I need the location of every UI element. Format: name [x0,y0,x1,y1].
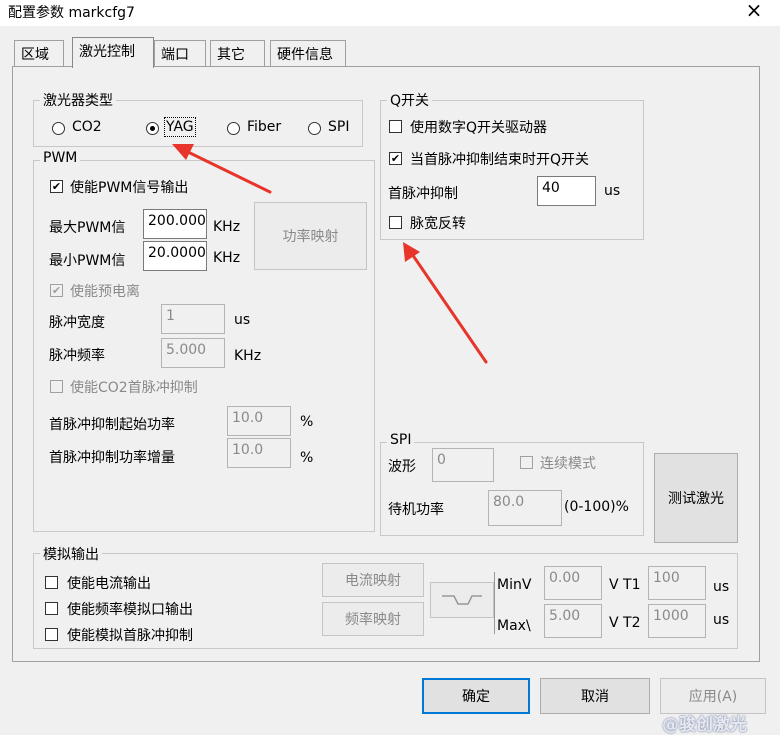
freq-map-button[interactable]: 频率映射 [322,602,424,636]
ok-button[interactable]: 确定 [422,678,530,714]
spi-standby-label: 待机功率 [388,502,444,518]
analog-freq-label: 使能频率模拟口输出 [67,602,193,618]
apply-button[interactable]: 应用(A) [660,678,766,714]
analog-fps-label: 使能模拟首脉冲抑制 [67,628,193,644]
pulse-waveform-icon [442,595,482,605]
current-map-button[interactable]: 电流映射 [322,563,424,597]
spi-continuous-checkbox[interactable] [520,456,533,469]
pwm-max-unit: KHz [213,219,241,235]
minv-label: MinV [497,577,532,593]
t1-unit: us [713,579,730,595]
q-fps-unit: us [604,183,621,199]
analog-legend: 模拟输出 [40,544,102,564]
prepulse-label: 使能预电离 [70,284,140,300]
power-map-button[interactable]: 功率映射 [254,202,367,270]
q-invert-checkbox[interactable] [389,216,402,229]
radio-fiber[interactable] [227,122,240,135]
radio-yag-label: YAG [164,117,196,137]
radio-fiber-label: Fiber [247,119,282,135]
pwm-max-label: 最大PWM信 [49,220,126,236]
t2-label: V T2 [609,615,641,631]
pwm-min-unit: KHz [213,250,241,266]
test-laser-button[interactable]: 测试激光 [654,453,738,543]
cancel-button[interactable]: 取消 [540,678,650,714]
close-icon[interactable]: × [742,0,766,22]
q-fps-label: 首脉冲抑制 [388,186,458,202]
window-title: 配置参数 markcfg7 [8,5,135,21]
radio-yag[interactable] [146,122,159,135]
bracket-line [494,572,495,634]
pwm-enable-checkbox[interactable]: ✔ [50,180,63,193]
pulse-freq-input[interactable]: 5.000 [161,338,225,368]
spi-standby-input[interactable]: 80.0 [488,490,562,526]
analog-fps-checkbox[interactable] [45,628,58,641]
maxv-label: Max\ [497,618,531,634]
pwm-min-input[interactable]: 20.0000 [143,241,207,271]
pulse-freq-unit: KHz [234,348,262,364]
tab-hardware-info[interactable]: 硬件信息 [270,40,346,66]
tab-laser-control[interactable]: 激光控制 [72,37,154,68]
fps-start-unit: % [300,414,314,430]
tab-other[interactable]: 其它 [210,40,265,66]
fps-start-input[interactable]: 10.0 [227,406,291,436]
q-invert-label: 脉宽反转 [410,216,466,232]
spi-continuous-label: 连续模式 [540,456,596,472]
pulse-width-unit: us [234,312,251,328]
fps-start-label: 首脉冲抑制起始功率 [49,417,175,433]
q-open-after-fps-checkbox[interactable]: ✔ [389,152,402,165]
pwm-enable-label: 使能PWM信号输出 [70,180,189,196]
fps-inc-unit: % [300,450,314,466]
spi-waveform-input[interactable]: 0 [432,448,494,482]
pulse-width-input[interactable]: 1 [161,304,225,334]
tab-region[interactable]: 区域 [14,40,64,66]
radio-co2-label: CO2 [72,119,102,135]
t1-input[interactable]: 100 [648,566,706,600]
spi-waveform-label: 波形 [388,459,416,475]
spi-standby-range: (0-100)% [564,499,629,515]
pwm-legend: PWM [40,150,81,166]
fps-inc-input[interactable]: 10.0 [227,438,291,468]
radio-co2[interactable] [52,122,65,135]
prepulse-checkbox[interactable]: ✔ [50,284,63,297]
t2-input[interactable]: 1000 [648,604,706,638]
q-digital-driver-checkbox[interactable] [389,120,402,133]
fps-inc-label: 首脉冲抑制功率增量 [49,450,175,466]
qswitch-legend: Q开关 [387,90,433,110]
co2-fps-label: 使能CO2首脉冲抑制 [70,380,198,396]
analog-freq-checkbox[interactable] [45,602,58,615]
q-digital-driver-label: 使用数字Q开关驱动器 [410,120,548,136]
pulse-freq-label: 脉冲频率 [49,348,105,364]
analog-current-checkbox[interactable] [45,576,58,589]
waveform-button[interactable] [430,582,494,618]
analog-current-label: 使能电流输出 [67,576,151,592]
tab-port[interactable]: 端口 [154,40,206,66]
q-open-after-fps-label: 当首脉冲抑制结束时开Q开关 [410,152,590,168]
laser-type-legend: 激光器类型 [40,90,116,110]
radio-spi-label: SPI [328,119,350,135]
minv-input[interactable]: 0.00 [544,566,602,600]
pwm-min-label: 最小PWM信 [49,253,126,269]
pwm-max-input[interactable]: 200.000 [143,209,207,239]
radio-spi[interactable] [308,122,321,135]
spi-legend: SPI [387,432,415,448]
maxv-input[interactable]: 5.00 [544,604,602,638]
q-fps-input[interactable]: 40 [537,176,596,206]
pulse-width-label: 脉冲宽度 [49,315,105,331]
co2-fps-checkbox[interactable] [50,380,63,393]
t2-unit: us [713,612,730,628]
watermark-text: @骏创激光 [662,715,747,735]
t1-label: V T1 [609,577,641,593]
